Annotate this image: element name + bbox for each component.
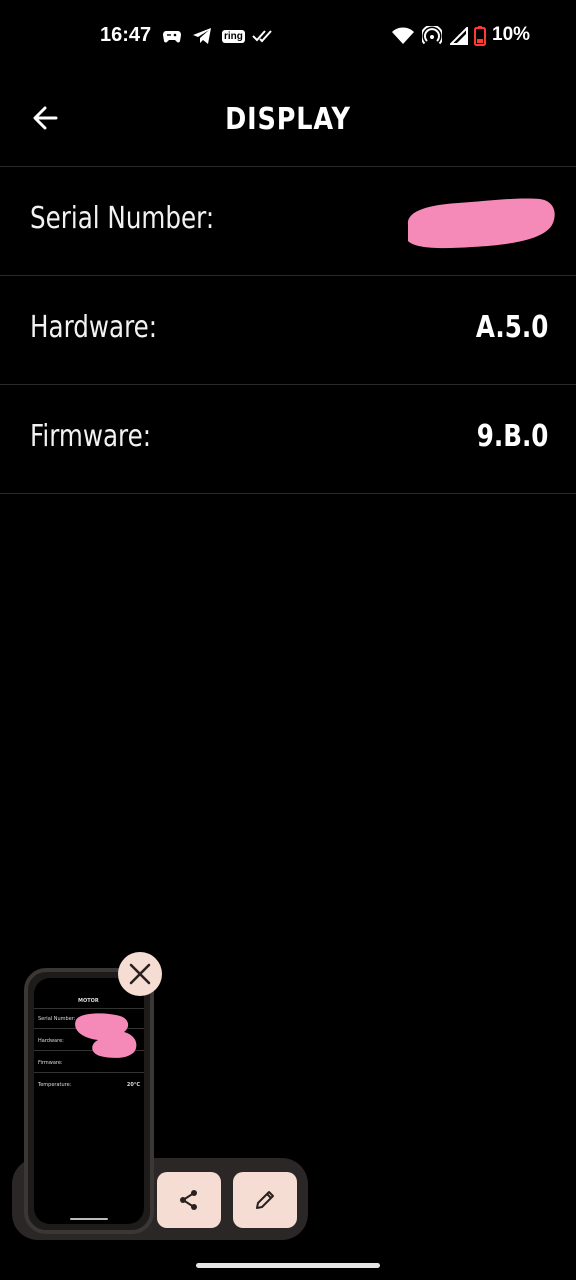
mini-row-value: 20°C	[126, 1082, 140, 1088]
hardware-label: Hardware:	[30, 310, 158, 345]
redaction-mark	[407, 198, 555, 249]
edit-icon	[256, 1191, 274, 1209]
edit-button[interactable]	[233, 1172, 297, 1228]
signal-icon	[450, 26, 468, 46]
battery-low-icon	[474, 26, 486, 46]
home-indicator[interactable]	[196, 1263, 380, 1268]
share-button[interactable]	[157, 1172, 221, 1228]
mini-divider	[34, 1072, 144, 1073]
share-icon	[180, 1190, 197, 1210]
mini-row-label: Serial Number:	[38, 1016, 76, 1022]
battery-percent: 10%	[492, 24, 531, 45]
hardware-row: Hardware: A.5.0	[0, 276, 576, 385]
hardware-value: A.5.0	[475, 310, 548, 345]
wifi-icon	[392, 26, 414, 46]
page-title: DISPLAY	[225, 102, 351, 137]
firmware-label: Firmware:	[30, 419, 152, 454]
ring-icon: ring	[222, 26, 245, 46]
status-time: 16:47	[100, 24, 152, 46]
mini-home-indicator	[70, 1218, 108, 1220]
firmware-row: Firmware: 9.B.0	[0, 385, 576, 494]
close-icon	[129, 963, 151, 985]
game-controller-icon	[162, 26, 182, 46]
mini-row-label: Temperature:	[38, 1082, 72, 1088]
mini-redaction-mark	[75, 1013, 137, 1058]
screenshot-thumbnail-content: MOTOR Serial Number: Hardware: Firmware:…	[34, 978, 144, 1224]
telegram-icon	[192, 26, 212, 46]
ring-label: ring	[222, 29, 245, 43]
mini-row-label: Hardware:	[38, 1038, 64, 1044]
double-check-icon	[252, 26, 274, 46]
hotspot-icon	[422, 26, 442, 46]
serial-number-row: Serial Number:	[0, 167, 576, 276]
mini-row-label: Firmware:	[38, 1060, 63, 1066]
status-bar: 16:47 ring 10%	[0, 0, 576, 72]
serial-number-label: Serial Number:	[30, 201, 215, 236]
firmware-value: 9.B.0	[476, 419, 548, 454]
mini-title: MOTOR	[78, 998, 99, 1004]
screenshot-thumbnail[interactable]: MOTOR Serial Number: Hardware: Firmware:…	[24, 968, 154, 1234]
mini-divider	[34, 1008, 144, 1009]
app-bar: DISPLAY	[0, 72, 576, 167]
close-preview-button[interactable]	[118, 952, 162, 996]
